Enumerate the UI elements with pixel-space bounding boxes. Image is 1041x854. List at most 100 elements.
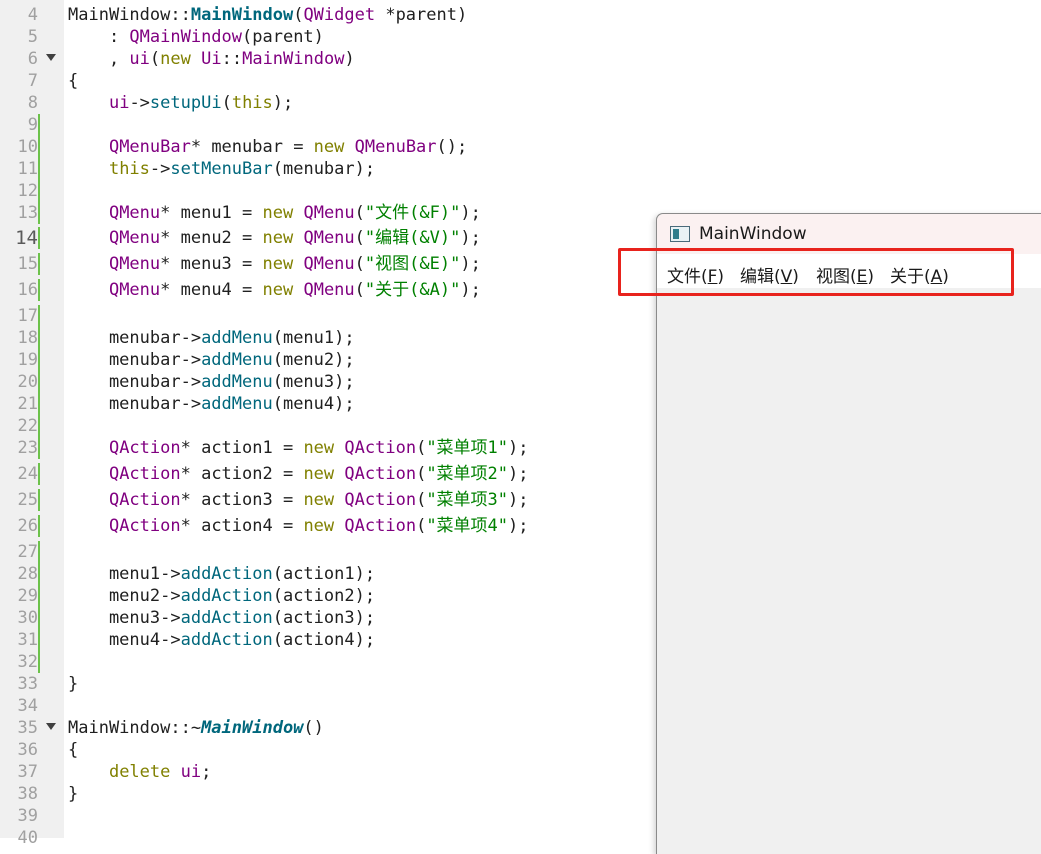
code-token: (menu1);: [272, 328, 355, 348]
menu-view-label: 视图(: [816, 267, 857, 287]
code-token: delete: [108, 762, 171, 782]
code-token: (: [354, 228, 365, 248]
code-token: QWidget: [303, 5, 376, 25]
line-number: 18: [17, 328, 38, 348]
code-token: menubar->: [68, 394, 202, 414]
code-token: "编辑(&V)": [364, 228, 461, 248]
code-token: new: [160, 49, 191, 69]
code-line: 6 , ui(new Ui::MainWindow): [0, 48, 1041, 70]
code-text: QMenu* menu3 = new QMenu("视图(&E)");: [68, 253, 481, 275]
code-token: ui: [180, 762, 202, 782]
menu-edit-label: 编辑(: [740, 267, 781, 287]
code-token: {: [68, 71, 79, 91]
code-token: (menubar);: [272, 159, 376, 179]
code-token: (action4);: [272, 630, 376, 650]
code-line: 7{: [0, 70, 1041, 92]
menu-about-label: 关于(: [890, 267, 931, 287]
menu-view-close: ): [867, 267, 875, 287]
line-number: 22: [17, 416, 38, 436]
code-token: (menu3);: [272, 372, 355, 392]
change-marker: [38, 489, 40, 511]
code-token: * menu4 =: [160, 280, 263, 300]
code-token: *parent): [375, 5, 468, 25]
code-token: (: [149, 49, 161, 69]
code-token: QMenu: [303, 228, 355, 248]
code-text: delete ui;: [68, 761, 211, 783]
code-text: {: [68, 739, 78, 761]
code-token: MainWindow::~: [68, 718, 202, 738]
code-token: );: [272, 93, 294, 113]
code-token: addMenu: [201, 350, 273, 370]
menu-edit[interactable]: 编辑(V): [740, 262, 799, 287]
code-line: 8 ui->setupUi(this);: [0, 92, 1041, 114]
code-token: * action2 =: [180, 464, 304, 484]
line-number: 21: [17, 394, 38, 414]
code-token: (action3);: [272, 608, 376, 628]
window-titlebar[interactable]: MainWindow: [657, 214, 1041, 254]
code-token: QAction: [108, 464, 181, 484]
line-number: 36: [17, 740, 38, 760]
line-number: 13: [17, 203, 38, 223]
change-marker: [38, 227, 40, 249]
code-token: QMenu: [303, 254, 355, 274]
line-number: 19: [17, 350, 38, 370]
code-token: this: [108, 159, 150, 179]
change-marker: [38, 327, 40, 349]
code-token: );: [508, 438, 529, 458]
code-text: {: [68, 70, 78, 92]
change-marker: [38, 437, 40, 459]
menu-edit-accelerator: V: [780, 267, 793, 287]
code-token: addAction: [180, 586, 273, 606]
line-number: 35: [17, 718, 38, 738]
code-token: * action4 =: [180, 516, 304, 536]
line-number: 38: [17, 784, 38, 804]
code-token: "菜单项3": [426, 490, 509, 510]
code-token: (menu4);: [272, 394, 355, 414]
menu-file-label: 文件(: [667, 267, 708, 287]
fold-arrow-icon[interactable]: [46, 54, 56, 61]
line-number: 4: [27, 5, 38, 25]
code-token: QMenu: [108, 254, 161, 274]
code-token: QMenu: [108, 203, 161, 223]
menu-view[interactable]: 视图(E): [816, 262, 874, 287]
code-token: (: [416, 464, 427, 484]
code-token: new: [262, 280, 294, 300]
code-text: menubar->addMenu(menu4);: [68, 393, 355, 415]
change-marker: [38, 585, 40, 607]
change-marker: [38, 253, 40, 275]
code-token: QAction: [344, 490, 417, 510]
code-text: QAction* action2 = new QAction("菜单项2");: [68, 463, 529, 485]
code-token: ->: [129, 93, 150, 113]
code-token: addAction: [180, 630, 273, 650]
line-number: 40: [17, 828, 38, 848]
code-line: 12: [0, 180, 1041, 202]
line-number: 34: [17, 696, 38, 716]
code-token: QAction: [344, 516, 417, 536]
line-number: 37: [17, 762, 38, 782]
menu-file[interactable]: 文件(F): [667, 262, 724, 287]
change-marker: [38, 371, 40, 393]
code-token: menubar->: [68, 328, 202, 348]
code-token: MainWindow::: [68, 5, 191, 25]
code-token: setupUi: [149, 93, 222, 113]
main-window[interactable]: MainWindow 文件(F) 编辑(V) 视图(E) 关于(A): [656, 213, 1041, 854]
menu-about[interactable]: 关于(A): [890, 262, 949, 287]
line-number: 24: [17, 464, 38, 484]
line-number: 14: [15, 227, 38, 249]
code-line: 10 QMenuBar* menubar = new QMenuBar();: [0, 136, 1041, 158]
code-text: QAction* action3 = new QAction("菜单项3");: [68, 489, 529, 511]
change-marker: [38, 629, 40, 651]
line-number: 39: [17, 806, 38, 826]
code-token: {: [68, 740, 79, 760]
menu-edit-close: ): [792, 267, 799, 287]
code-token: (: [416, 490, 427, 510]
code-token: setMenuBar: [170, 159, 273, 179]
fold-arrow-icon[interactable]: [46, 723, 56, 730]
code-token: new: [303, 516, 335, 536]
